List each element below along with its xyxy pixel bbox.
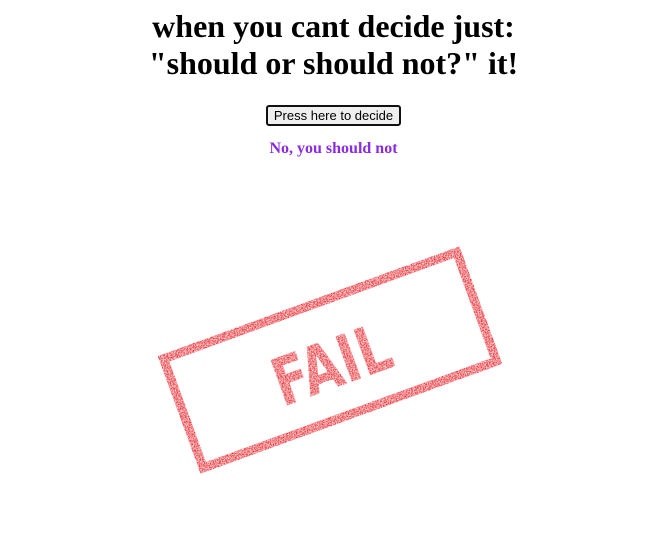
answer-text: No, you should not	[269, 140, 398, 157]
title-line-1: when you cant decide just:	[152, 8, 515, 44]
decide-button[interactable]: Press here to decide	[265, 105, 402, 126]
page-title: when you cant decide just: "should or sh…	[14, 8, 654, 82]
fail-stamp-image: FAIL	[150, 240, 510, 480]
title-line-2: "should or should not?" it!	[148, 45, 519, 81]
fail-stamp-icon: FAIL	[157, 246, 503, 474]
page: when you cant decide just: "should or sh…	[0, 0, 667, 158]
